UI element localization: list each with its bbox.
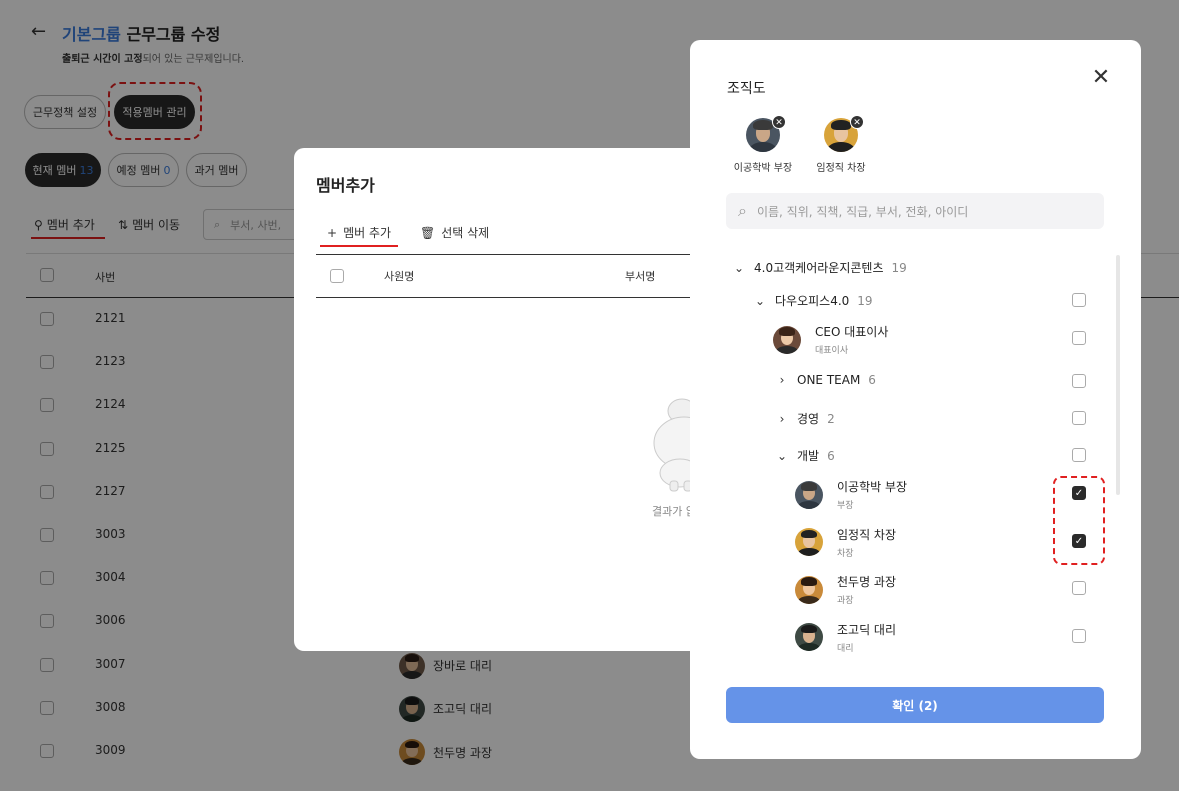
person-name: 이공학박 부장	[837, 480, 908, 494]
org-search-input[interactable]: ⌕ 이름, 직위, 직책, 직급, 부서, 전화, 아이디	[726, 193, 1104, 229]
selected-member-chip: ✕ 임정직 차장	[806, 115, 876, 174]
chevron-down-icon[interactable]: ⌄	[732, 261, 746, 275]
chevron-right-icon[interactable]: ›	[775, 412, 789, 426]
modal-add-label: 멤버 추가	[343, 226, 392, 240]
close-icon[interactable]: ✕	[1090, 67, 1112, 89]
tree-node-office[interactable]: ⌄ 다우오피스4.0 19	[753, 292, 873, 309]
person-role: 과장	[837, 596, 854, 606]
avatar	[795, 480, 823, 509]
trash-icon: 🗑	[420, 225, 436, 240]
node-label: ONE TEAM	[797, 373, 861, 387]
node-count: 6	[827, 448, 835, 463]
selected-member-chip: ✕ 이공학박 부장	[728, 115, 798, 174]
node-label: 개발	[797, 449, 820, 463]
chevron-down-icon[interactable]: ⌄	[753, 294, 767, 308]
org-search-placeholder: 이름, 직위, 직책, 직급, 부서, 전화, 아이디	[756, 204, 969, 219]
node-count: 19	[891, 260, 907, 275]
tree-scrollbar[interactable]	[1116, 255, 1120, 495]
node-count: 6	[868, 373, 876, 387]
tree-checkbox[interactable]	[1072, 411, 1086, 425]
tree-checkbox[interactable]	[1072, 374, 1086, 388]
tree-checkbox[interactable]	[1072, 581, 1086, 595]
org-chart-panel: 조직도 ✕ ✕ 이공학박 부장 ✕ 임정직 차장 ⌕ 이름, 직위, 직책, 직…	[690, 40, 1141, 759]
tree-person[interactable]: 이공학박 부장부장	[795, 478, 907, 511]
modal-add-member-tab[interactable]: + 멤버 추가	[327, 224, 391, 241]
tree-node-management[interactable]: › 경영 2	[775, 410, 835, 427]
tree-checkbox[interactable]	[1072, 448, 1086, 462]
confirm-button[interactable]: 확인 (2)	[726, 687, 1104, 723]
node-label: 다우오피스4.0	[775, 294, 850, 308]
node-count: 19	[857, 293, 873, 308]
tree-checkbox[interactable]	[1072, 628, 1086, 643]
avatar	[773, 325, 801, 354]
tree-node-root[interactable]: ⌄ 4.0고객케어라운지콘텐츠 19	[732, 259, 907, 276]
tree-node-development[interactable]: ⌄ 개발 6	[775, 447, 835, 464]
avatar	[795, 528, 823, 556]
org-chart-title: 조직도	[727, 81, 766, 97]
node-label: 4.0고객케어라운지콘텐츠	[754, 261, 884, 275]
remove-x-icon[interactable]: ✕	[850, 115, 864, 129]
modal-delete-label: 선택 삭제	[441, 226, 490, 240]
selected-member-name: 이공학박 부장	[733, 163, 793, 174]
tree-person[interactable]: 천두명 과장과장	[795, 573, 896, 606]
add-member-modal: 멤버추가 + 멤버 추가 🗑 선택 삭제 사원명 부서명 결과가 없	[294, 148, 714, 651]
search-icon: ⌕	[738, 201, 747, 220]
modal-title: 멤버추가	[316, 176, 375, 195]
modal-table-header: 사원명 부서명	[316, 254, 714, 298]
person-name: CEO 대표이사	[815, 325, 889, 339]
person-role: 차장	[837, 548, 854, 559]
modal-active-tab-underline	[320, 245, 398, 247]
person-role: 부장	[837, 501, 854, 511]
remove-x-icon[interactable]: ✕	[772, 115, 786, 129]
chevron-down-icon[interactable]: ⌄	[775, 449, 789, 463]
modal-delete-selected-button[interactable]: 🗑 선택 삭제	[420, 224, 489, 241]
avatar	[795, 575, 823, 604]
person-role: 대리	[837, 643, 854, 654]
person-role: 대표이사	[815, 346, 849, 356]
confirm-label: 확인 (2)	[892, 698, 938, 713]
column-employee-name: 사원명	[384, 270, 415, 283]
person-name: 조고딕 대리	[837, 622, 897, 637]
plus-icon: +	[327, 225, 338, 240]
tree-checkbox[interactable]	[1072, 293, 1086, 307]
tree-person-ceo[interactable]: CEO 대표이사 대표이사	[773, 323, 888, 356]
checkbox-highlight-box	[1053, 476, 1105, 565]
column-department: 부서명	[625, 270, 656, 283]
avatar	[795, 623, 823, 651]
tree-person[interactable]: 조고딕 대리대리	[795, 621, 896, 654]
modal-select-all-checkbox[interactable]	[330, 269, 344, 283]
tree-node-one-team[interactable]: › ONE TEAM 6	[775, 373, 876, 387]
chevron-right-icon[interactable]: ›	[775, 373, 789, 387]
selected-member-name: 임정직 차장	[816, 163, 866, 174]
tree-checkbox[interactable]	[1072, 331, 1086, 345]
node-count: 2	[827, 411, 835, 426]
node-label: 경영	[797, 412, 820, 426]
person-name: 천두명 과장	[837, 575, 897, 589]
tree-person[interactable]: 임정직 차장차장	[795, 526, 896, 559]
person-name: 임정직 차장	[837, 527, 897, 542]
